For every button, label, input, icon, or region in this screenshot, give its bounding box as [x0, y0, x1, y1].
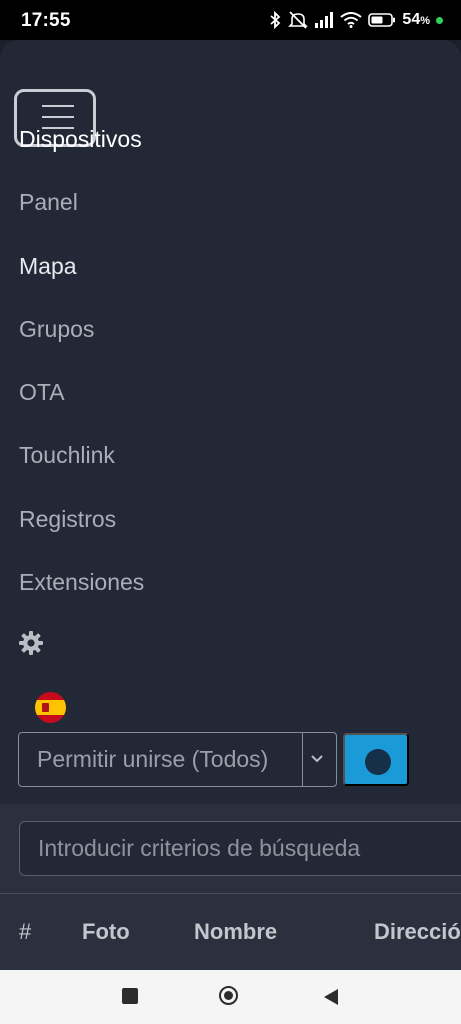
status-icons: 54% — [269, 9, 443, 31]
menu-item-registros[interactable]: Registros — [19, 506, 116, 533]
permit-join-select[interactable]: Permitir unirse (Todos) — [18, 732, 337, 787]
menu-item-panel[interactable]: Panel — [19, 189, 78, 216]
battery-icon — [368, 13, 396, 27]
status-bar: 17:55 54% — [0, 0, 461, 40]
bluetooth-icon — [270, 11, 281, 29]
signal-icon — [315, 12, 334, 28]
col-header-direccion[interactable]: Direcció — [374, 919, 461, 945]
devices-content: Introducir criterios de búsqueda # Foto … — [0, 804, 461, 970]
menu-item-ota[interactable]: OTA — [19, 379, 65, 406]
menu-item-extensiones[interactable]: Extensiones — [19, 569, 144, 596]
nav-panel: ​ Dispositivos Panel Mapa Grupos OTA Tou… — [0, 40, 461, 804]
menu-item-mapa[interactable]: Mapa — [19, 253, 77, 280]
mute-icon — [288, 11, 309, 29]
menu-item-touchlink[interactable]: Touchlink — [19, 442, 115, 469]
account-email-link[interactable]: ​ — [26, 40, 446, 50]
search-input[interactable]: Introducir criterios de búsqueda — [19, 821, 461, 876]
battery-unit: % — [420, 15, 430, 27]
app-screen: 17:55 54% Dispositivos Panel Mapa Grupos… — [0, 0, 461, 1024]
chevron-down-icon[interactable] — [310, 754, 324, 764]
battery-percent: 54 — [402, 11, 421, 28]
wifi-icon — [340, 12, 363, 28]
status-time: 17:55 — [21, 10, 71, 31]
table-divider — [0, 893, 461, 894]
col-header-foto[interactable]: Foto — [82, 919, 130, 945]
menu-item-grupos[interactable]: Grupos — [19, 316, 94, 343]
hamburger-icon — [42, 105, 74, 107]
back-icon[interactable] — [322, 987, 340, 1007]
gear-icon[interactable] — [18, 630, 44, 656]
system-nav-bar — [0, 970, 461, 1024]
recents-icon[interactable] — [122, 988, 138, 1004]
col-header-index[interactable]: # — [19, 919, 31, 945]
permit-join-button[interactable] — [343, 733, 409, 786]
charging-dot-icon — [436, 16, 443, 24]
permit-join-selected: Permitir unirse (Todos) — [37, 746, 269, 772]
search-placeholder: Introducir criterios de búsqueda — [38, 835, 361, 861]
globe-icon — [365, 749, 391, 775]
menu-item-dispositivos[interactable]: Dispositivos — [19, 126, 142, 153]
home-icon[interactable] — [219, 986, 238, 1005]
spain-flag-icon[interactable] — [35, 692, 66, 723]
col-header-nombre[interactable]: Nombre — [194, 919, 277, 945]
